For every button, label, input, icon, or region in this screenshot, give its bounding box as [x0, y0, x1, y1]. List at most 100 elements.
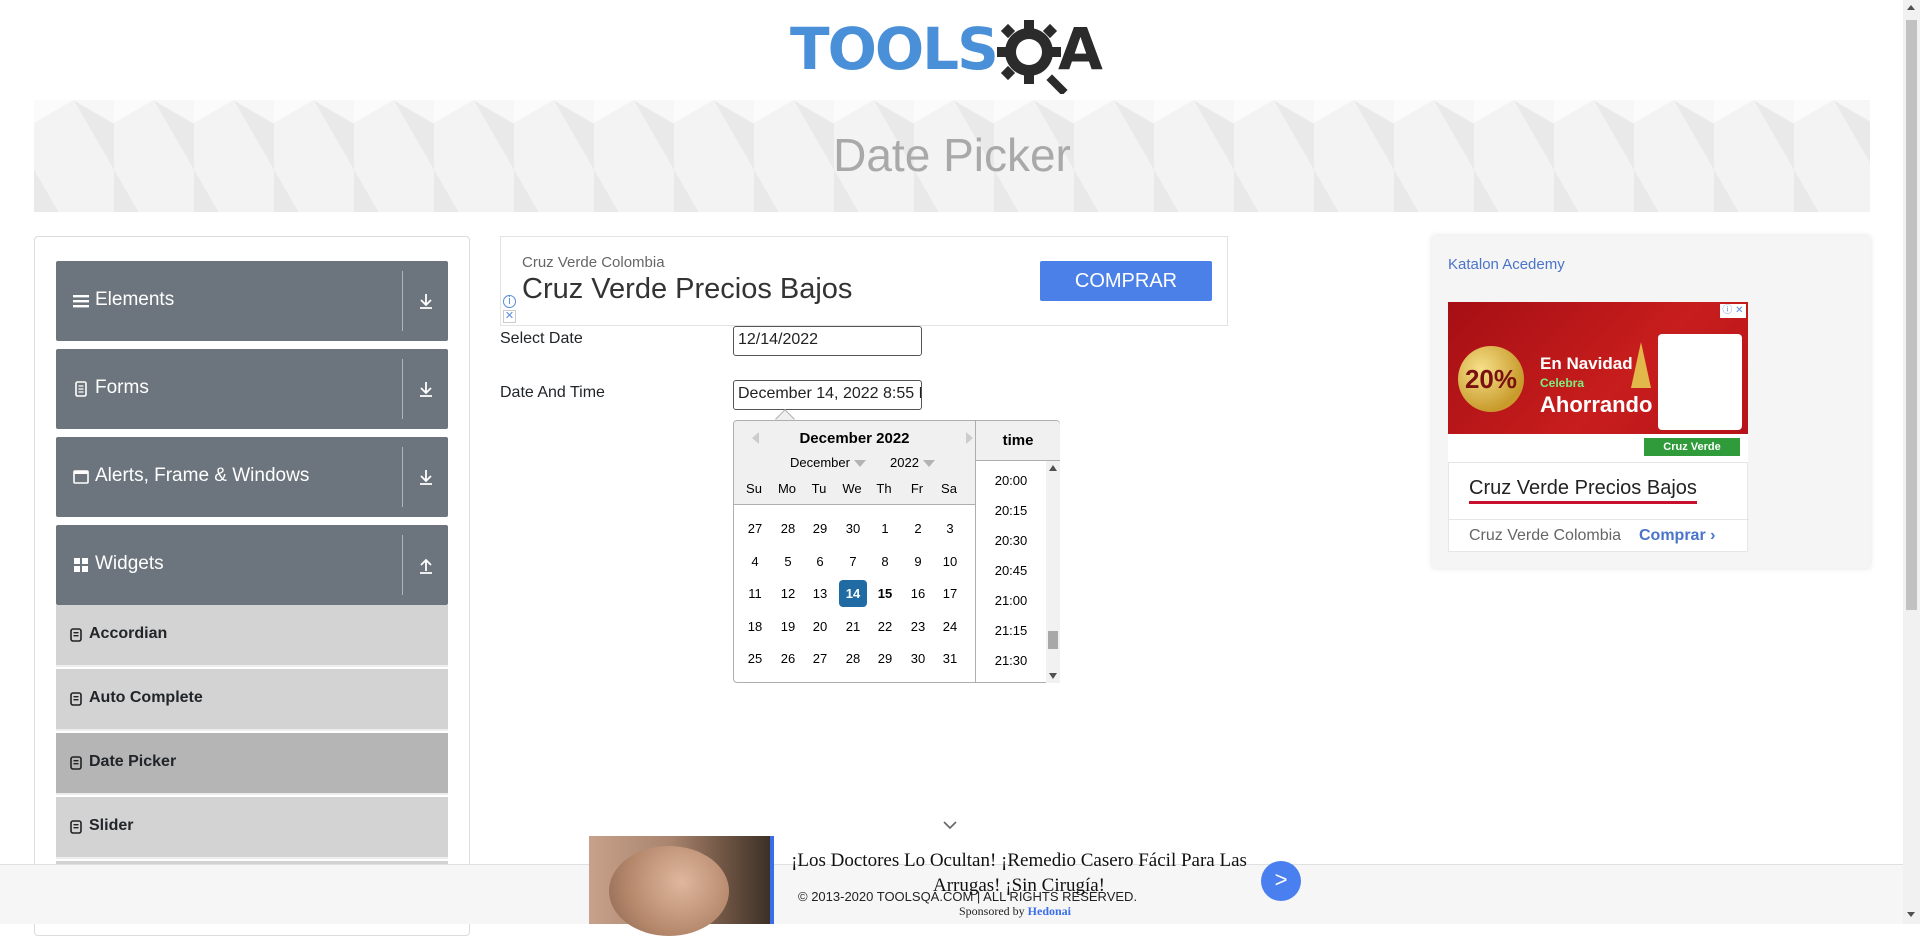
year-select[interactable]: 2022	[890, 455, 935, 470]
calendar-day[interactable]: 20	[806, 613, 834, 640]
logo-text: TOOLS	[790, 15, 999, 83]
right-ad[interactable]: Katalon Acedemy 20% En Navidad Celebra A…	[1432, 236, 1870, 568]
bottom-ad-text[interactable]: ¡Los Doctores Lo Ocultan! ¡Remedio Caser…	[789, 848, 1249, 898]
ad-buy-button[interactable]: COMPRAR	[1040, 261, 1212, 301]
sidebar-item-slider[interactable]: Slider	[56, 797, 448, 859]
calendar-day[interactable]: 14	[839, 580, 867, 607]
scroll-up-icon[interactable]	[1907, 5, 1915, 10]
sidebar-group-widgets[interactable]: Widgets	[56, 525, 448, 605]
scroll-down-icon[interactable]	[1049, 673, 1057, 679]
calendar-day[interactable]: 24	[936, 613, 964, 640]
calendar-day[interactable]: 19	[774, 613, 802, 640]
sidebar-group-elements[interactable]: Elements	[56, 261, 448, 341]
sidebar-item-label: Auto Complete	[89, 689, 203, 706]
time-header: time	[976, 421, 1060, 461]
calendar-day[interactable]: 29	[871, 645, 899, 672]
katalon-image-link[interactable]: Katalon Acedemy	[1448, 256, 1565, 273]
divider	[1449, 519, 1749, 520]
calendar-day[interactable]: 8	[871, 548, 899, 575]
calendar-day[interactable]: 3	[936, 515, 964, 542]
time-option[interactable]: 21:30	[976, 653, 1046, 668]
month-select[interactable]: December	[790, 455, 866, 470]
calendar-day[interactable]: 26	[774, 645, 802, 672]
download-icon[interactable]	[416, 379, 436, 399]
time-option[interactable]: 21:00	[976, 593, 1046, 608]
calendar-day[interactable]: 5	[774, 548, 802, 575]
scroll-thumb[interactable]	[1906, 20, 1917, 610]
caret-down-icon	[853, 460, 866, 468]
tree-icon	[1631, 342, 1651, 388]
day-name: We	[842, 481, 862, 496]
date-time-input[interactable]: December 14, 2022 8:55 PM	[733, 380, 922, 410]
grid-icon	[74, 558, 88, 572]
calendar-day[interactable]: 18	[741, 613, 769, 640]
sponsored-by[interactable]: Sponsored by Hedonai	[959, 904, 1071, 919]
datepicker-header: December 2022 December 2022 Su Mo Tu We …	[734, 421, 975, 505]
time-option[interactable]: 20:00	[976, 473, 1046, 488]
calendar-day[interactable]: 31	[936, 645, 964, 672]
calendar-day[interactable]: 27	[741, 515, 769, 542]
calendar-day[interactable]: 30	[904, 645, 932, 672]
ad-title[interactable]: Cruz Verde Precios Bajos	[522, 273, 852, 306]
ad-image[interactable]: 20% En Navidad Celebra Ahorrando Cruz Ve…	[1448, 302, 1748, 462]
ad-card[interactable]: Cruz Verde Precios Bajos Cruz Verde Colo…	[1448, 462, 1749, 552]
page-scrollbar[interactable]	[1903, 0, 1920, 924]
sidebar-group-label: Widgets	[95, 553, 164, 574]
page-banner: Date Picker	[34, 100, 1870, 212]
time-option[interactable]: 20:15	[976, 503, 1046, 518]
calendar-day[interactable]: 2	[904, 515, 932, 542]
sidebar-item-label: Accordian	[89, 625, 168, 642]
time-option[interactable]: 21:15	[976, 623, 1046, 638]
calendar-day[interactable]: 10	[936, 548, 964, 575]
document-icon	[75, 381, 87, 397]
calendar-day[interactable]: 9	[904, 548, 932, 575]
calendar-day[interactable]: 1	[871, 515, 899, 542]
download-icon[interactable]	[416, 291, 436, 311]
chevron-down-icon[interactable]	[943, 820, 957, 830]
sidebar-item-accordian[interactable]: Accordian	[56, 605, 448, 667]
ad-go-button[interactable]: >	[1261, 861, 1301, 901]
ad-photo[interactable]	[589, 836, 774, 936]
next-month-icon[interactable]	[966, 432, 973, 444]
toolsqa-logo[interactable]: TOOLS A	[790, 14, 1120, 94]
calendar-day[interactable]: 28	[839, 645, 867, 672]
select-date-input[interactable]: 12/14/2022	[733, 326, 922, 356]
scroll-thumb[interactable]	[1048, 631, 1058, 649]
calendar-day[interactable]: 28	[774, 515, 802, 542]
calendar-day[interactable]: 15	[871, 580, 899, 607]
calendar-day[interactable]: 11	[741, 580, 769, 607]
ad-info-icon[interactable]: i	[503, 295, 516, 308]
calendar-day[interactable]: 30	[839, 515, 867, 542]
time-option[interactable]: 20:30	[976, 533, 1046, 548]
calendar-day[interactable]: 17	[936, 580, 964, 607]
calendar-day[interactable]: 16	[904, 580, 932, 607]
calendar-day[interactable]: 4	[741, 548, 769, 575]
calendar-day[interactable]: 27	[806, 645, 834, 672]
sidebar-group-forms[interactable]: Forms	[56, 349, 448, 429]
ad-info-icon[interactable]: ⓘ ✕	[1720, 304, 1746, 318]
sidebar-item-date-picker[interactable]: Date Picker	[56, 733, 448, 795]
calendar-day[interactable]: 21	[839, 613, 867, 640]
calendar-day[interactable]: 6	[806, 548, 834, 575]
calendar-day[interactable]: 7	[839, 548, 867, 575]
scroll-up-icon[interactable]	[1049, 465, 1057, 471]
top-ad[interactable]: Cruz Verde Colombia Cruz Verde Precios B…	[500, 236, 1228, 326]
upload-icon[interactable]	[416, 555, 436, 575]
doc-icon	[70, 628, 82, 642]
time-scrollbar[interactable]	[1046, 461, 1060, 683]
calendar-day[interactable]: 29	[806, 515, 834, 542]
ad-card-title[interactable]: Cruz Verde Precios Bajos	[1469, 477, 1697, 504]
calendar-day[interactable]: 25	[741, 645, 769, 672]
calendar-day[interactable]: 23	[904, 613, 932, 640]
time-option[interactable]: 20:45	[976, 563, 1046, 578]
calendar-day[interactable]: 13	[806, 580, 834, 607]
calendar-day[interactable]: 12	[774, 580, 802, 607]
sidebar-item-auto-complete[interactable]: Auto Complete	[56, 669, 448, 731]
download-icon[interactable]	[416, 467, 436, 487]
ad-close-icon[interactable]: ✕	[503, 310, 516, 323]
bottom-ad[interactable]: ¡Los Doctores Lo Ocultan! ¡Remedio Caser…	[589, 836, 1301, 936]
calendar-day[interactable]: 22	[871, 613, 899, 640]
scroll-down-icon[interactable]	[1907, 912, 1915, 917]
ad-card-buy-button[interactable]: Comprar ›	[1639, 527, 1715, 545]
sidebar-group-alerts[interactable]: Alerts, Frame & Windows	[56, 437, 448, 517]
